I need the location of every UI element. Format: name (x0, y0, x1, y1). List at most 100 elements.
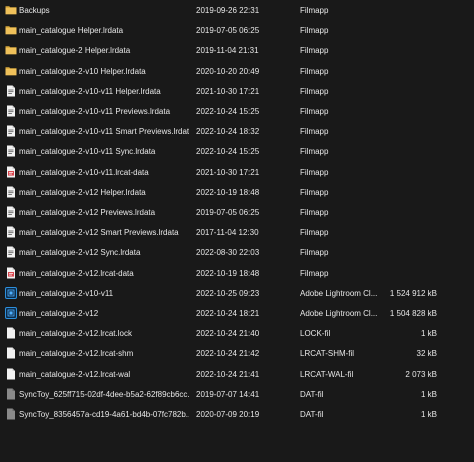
file-name: SyncToy_8356457a-cd19-4a61-bd4b-07fc782b… (19, 410, 189, 419)
file-size: 1 524 912 kB (389, 288, 437, 298)
file-row[interactable]: main_catalogue-2-v10-v11 2022-10-25 09:23… (0, 284, 474, 304)
file-date-modified: 2022-10-24 21:42 (196, 349, 260, 359)
folder-icon (5, 44, 17, 56)
lrdata-icon (5, 105, 17, 117)
lightroom-catalog-icon (5, 286, 17, 299)
file-date-modified: 2022-10-24 21:41 (196, 369, 260, 379)
file-row[interactable]: main_catalogue-2-v12.lrcat.lock 2022-10-2… (0, 324, 474, 344)
file-row[interactable]: main_catalogue-2-v10-v11 Helper.lrdata 20… (0, 82, 474, 102)
folder-icon (5, 4, 17, 16)
file-type: Filmapp (300, 208, 329, 217)
file-date-modified: 2022-10-19 18:48 (196, 268, 260, 278)
file-type: Filmapp (300, 147, 329, 157)
file-row[interactable]: main_catalogue-2-v10-v11.lrcat-data 2021-… (0, 163, 474, 183)
file-size: 1 504 828 kB (389, 309, 437, 318)
file-name: main_catalogue-2-v12.lrcat-wal (19, 369, 131, 379)
file-date-modified: 2022-10-25 09:23 (196, 288, 260, 298)
blank-file-icon (5, 347, 17, 359)
file-date-modified: 2022-08-30 22:03 (196, 248, 260, 258)
file-date-modified: 2022-10-24 18:21 (196, 309, 260, 318)
file-row[interactable]: main_catalogue-2-v12 Sync.lrdata 2022-08-… (0, 243, 474, 263)
file-date-modified: 2022-10-24 18:32 (196, 127, 260, 137)
blank-file-icon (5, 368, 17, 380)
file-row[interactable]: main_catalogue-2 Helper.lrdata 2019-11-04… (0, 41, 474, 61)
file-name: main_catalogue-2-v12.lrcat-shm (19, 349, 134, 359)
file-type: Filmapp (300, 268, 329, 278)
file-row[interactable]: SyncToy_625ff715-02df-4dee-b5a2-62f89cb6… (0, 385, 474, 405)
file-date-modified: 2022-10-24 15:25 (196, 147, 260, 157)
file-row[interactable]: main_catalogue-2-v12 Smart Previews.lrda… (0, 223, 474, 243)
file-name: main_catalogue-2 Helper.lrdata (19, 46, 131, 56)
file-type: Filmapp (300, 6, 329, 15)
file-size: 1 kB (420, 410, 437, 419)
file-row[interactable]: main_catalogue-2-v10 Helper.lrdata 2020-1… (0, 62, 474, 82)
file-date-modified: 2021-10-30 17:21 (196, 86, 260, 96)
dat-file-icon (5, 388, 17, 400)
lrdata-icon (5, 246, 17, 258)
lrdata-icon (5, 145, 17, 157)
file-type: Filmapp (300, 26, 329, 36)
file-type: Filmapp (300, 248, 329, 258)
file-date-modified: 2019-07-05 06:25 (196, 208, 260, 217)
file-date-modified: 2020-10-20 20:49 (196, 66, 260, 76)
file-name: main_catalogue-2-v12 Sync.lrdata (19, 248, 141, 258)
file-row[interactable]: main_catalogue-2-v12.lrcat-wal 2022-10-24… (0, 365, 474, 385)
file-name: SyncToy_625ff715-02df-4dee-b5a2-62f89cb6… (19, 389, 189, 399)
file-date-modified: 2021-10-30 17:21 (196, 167, 260, 177)
lrdata-icon (5, 125, 17, 137)
dat-file-icon (5, 408, 17, 420)
file-size: 2 073 kB (405, 369, 437, 379)
folder-icon (5, 65, 17, 77)
blank-file-icon (5, 327, 17, 339)
file-row[interactable]: main_catalogue-2-v10-v11 Previews.lrdata… (0, 102, 474, 122)
file-date-modified: 2022-10-19 18:48 (196, 187, 260, 197)
file-date-modified: 2017-11-04 12:30 (196, 228, 259, 238)
file-name: main_catalogue-2-v10-v11.lrcat-data (19, 167, 149, 177)
file-type: Filmapp (300, 228, 329, 238)
file-name: main_catalogue Helper.lrdata (19, 26, 124, 36)
file-name: main_catalogue-2-v10-v11 Smart Previews.… (19, 127, 189, 137)
file-name: main_catalogue-2-v12 Previews.lrdata (19, 208, 156, 217)
lightroom-catalog-icon (5, 307, 17, 319)
file-row[interactable]: main_catalogue-2-v12 2022-10-24 18:21 Adob… (0, 304, 474, 324)
file-name: main_catalogue-2-v10 Helper.lrdata (19, 66, 146, 76)
lrcat-data-icon (5, 267, 17, 279)
file-type: Filmapp (300, 86, 329, 96)
lrcat-data-icon (5, 166, 17, 178)
file-name: main_catalogue-2-v12 (19, 309, 99, 318)
file-type: Filmapp (300, 66, 329, 76)
file-date-modified: 2022-10-24 15:25 (196, 107, 260, 116)
file-name: main_catalogue-2-v12.lrcat.lock (19, 329, 132, 339)
file-type: Filmapp (300, 46, 329, 56)
file-date-modified: 2019-07-05 06:25 (196, 26, 260, 36)
file-date-modified: 2019-11-04 21:31 (196, 46, 259, 56)
file-row[interactable]: main_catalogue-2-v10-v11 Sync.lrdata 2022… (0, 142, 474, 162)
file-name: main_catalogue-2-v12 Smart Previews.lrda… (19, 228, 179, 238)
file-row[interactable]: main_catalogue-2-v10-v11 Smart Previews.… (0, 122, 474, 142)
lrdata-icon (5, 206, 17, 218)
file-date-modified: 2019-09-26 22:31 (196, 6, 260, 15)
file-name: main_catalogue-2-v12 Helper.lrdata (19, 187, 146, 197)
lrdata-icon (5, 85, 17, 97)
file-name: main_catalogue-2-v10-v11 Sync.lrdata (19, 147, 156, 157)
lrdata-icon (5, 226, 17, 238)
file-name: main_catalogue-2-v10-v11 Previews.lrdata (19, 107, 171, 116)
lrdata-icon (5, 186, 17, 198)
file-type: Filmapp (300, 127, 329, 137)
file-size: 1 kB (420, 389, 437, 399)
file-name: main_catalogue-2-v12.lrcat-data (19, 268, 134, 278)
file-date-modified: 2022-10-24 21:40 (196, 329, 260, 339)
file-row[interactable]: SyncToy_8356457a-cd19-4a61-bd4b-07fc782b… (0, 405, 474, 425)
file-size: 1 kB (420, 329, 437, 339)
file-type: Filmapp (300, 167, 329, 177)
file-type: Filmapp (300, 187, 329, 197)
file-date-modified: 2019-07-07 14:41 (196, 389, 260, 399)
file-name: main_catalogue-2-v10-v11 (19, 288, 114, 298)
file-row[interactable]: main_catalogue-2-v12 Previews.lrdata 2019… (0, 203, 474, 223)
file-name: Backups (19, 6, 50, 15)
file-row[interactable]: main_catalogue-2-v12.lrcat-data 2022-10-1… (0, 264, 474, 284)
file-row[interactable]: main_catalogue-2-v12.lrcat-shm 2022-10-24… (0, 344, 474, 364)
file-row[interactable]: Backups 2019-09-26 22:31 Filmapp (0, 1, 474, 21)
file-row[interactable]: main_catalogue-2-v12 Helper.lrdata 2022-1… (0, 183, 474, 203)
file-row[interactable]: main_catalogue Helper.lrdata 2019-07-05 0… (0, 21, 474, 41)
